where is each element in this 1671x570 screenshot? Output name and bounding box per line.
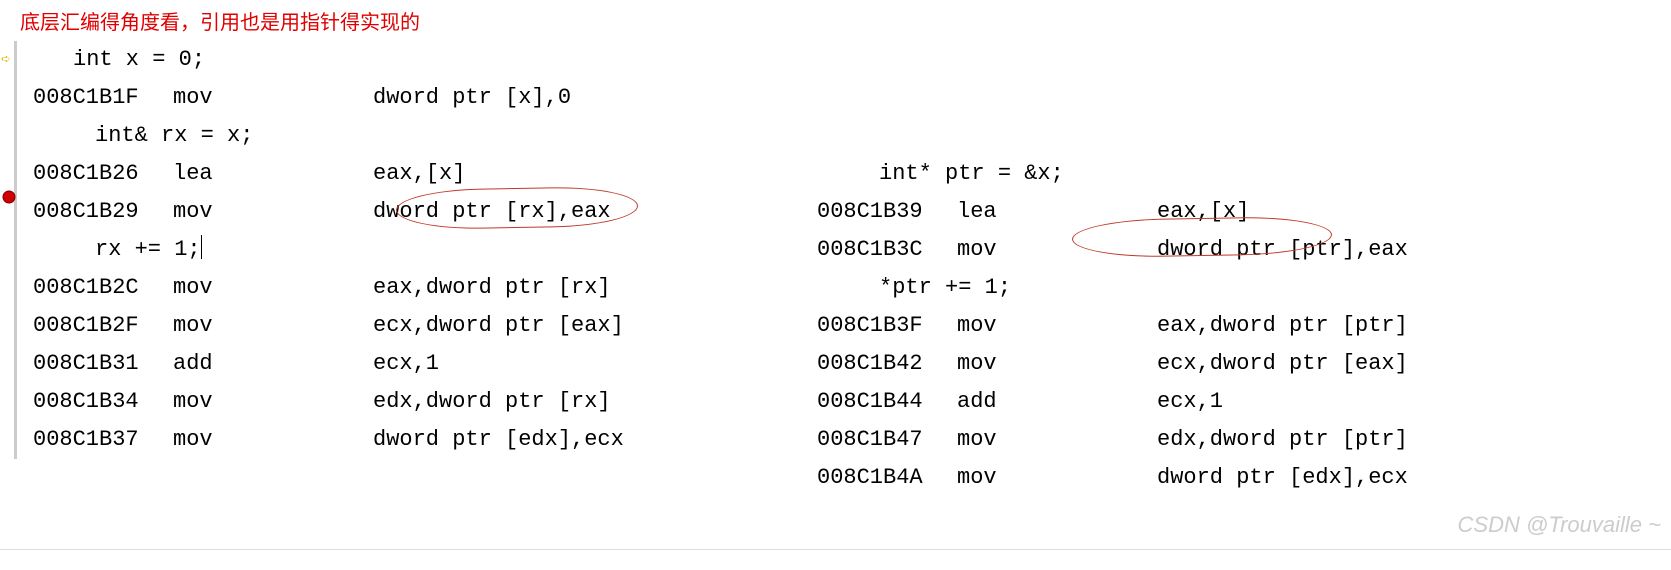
operands: dword ptr [rx],eax — [373, 199, 611, 224]
opcode: lea — [957, 193, 1157, 231]
watermark-text: CSDN @Trouvaille ~ — [1458, 512, 1661, 538]
asm-line: 008C1B3Cmovdword ptr [ptr],eax — [817, 231, 1408, 269]
address: 008C1B34 — [33, 383, 173, 421]
code-text: int& rx = x; — [95, 123, 253, 148]
address: 008C1B2F — [33, 307, 173, 345]
opcode: mov — [173, 383, 373, 421]
code-text: int x = 0; — [73, 47, 205, 72]
asm-line: 008C1B3Fmoveax,dword ptr [ptr] — [817, 307, 1408, 345]
asm-line: 008C1B39leaeax,[x] — [817, 193, 1408, 231]
opcode: mov — [957, 345, 1157, 383]
breakpoint-icon[interactable] — [1, 189, 17, 205]
address: 008C1B44 — [817, 383, 957, 421]
divider — [0, 549, 1671, 550]
text-cursor — [201, 235, 202, 259]
asm-line: 008C1B42movecx,dword ptr [eax] — [817, 345, 1408, 383]
operands: dword ptr [ptr],eax — [1157, 237, 1408, 262]
opcode: add — [173, 345, 373, 383]
gutter: ➪ — [3, 41, 17, 459]
asm-line: 008C1B4Amovdword ptr [edx],ecx — [817, 459, 1408, 497]
operands: edx,dword ptr [rx] — [373, 389, 611, 414]
address: 008C1B3C — [817, 231, 957, 269]
opcode: mov — [957, 231, 1157, 269]
address: 008C1B39 — [817, 193, 957, 231]
operands: eax,dword ptr [ptr] — [1157, 313, 1408, 338]
opcode: mov — [173, 193, 373, 231]
opcode: mov — [173, 79, 373, 117]
operands: edx,dword ptr [ptr] — [1157, 427, 1408, 452]
address: 008C1B42 — [817, 345, 957, 383]
operands: eax,[x] — [1157, 199, 1249, 224]
operands: eax,dword ptr [rx] — [373, 275, 611, 300]
address: 008C1B4A — [817, 459, 957, 497]
operands: ecx,1 — [1157, 389, 1223, 414]
asm-line: 008C1B44addecx,1 — [817, 383, 1408, 421]
address: 008C1B29 — [33, 193, 173, 231]
source-line: *ptr += 1; — [817, 269, 1408, 307]
disassembly-view: ➪ int x = 0; 008C1B1Fmovdword ptr [x],0 … — [14, 41, 1671, 459]
operands: ecx,dword ptr [eax] — [373, 313, 624, 338]
opcode: mov — [957, 307, 1157, 345]
code-text: rx += 1; — [95, 237, 201, 262]
code-text: *ptr += 1; — [879, 275, 1011, 300]
address: 008C1B37 — [33, 421, 173, 459]
opcode: mov — [173, 421, 373, 459]
current-line-arrow-icon: ➪ — [1, 49, 17, 65]
opcode: mov — [173, 269, 373, 307]
code-text: int* ptr = &x; — [879, 161, 1064, 186]
source-line: int* ptr = &x; — [817, 155, 1408, 193]
operands: dword ptr [edx],ecx — [373, 427, 624, 452]
operands: ecx,dword ptr [eax] — [1157, 351, 1408, 376]
address: 008C1B47 — [817, 421, 957, 459]
right-column: int* ptr = &x; 008C1B39leaeax,[x] 008C1B… — [817, 155, 1408, 497]
annotation-text: 底层汇编得角度看，引用也是用指针得实现的 — [0, 0, 1671, 41]
source-line: int& rx = x; — [33, 117, 1671, 155]
source-line: int x = 0; — [33, 41, 1671, 79]
address: 008C1B3F — [817, 307, 957, 345]
opcode: add — [957, 383, 1157, 421]
opcode: lea — [173, 155, 373, 193]
address: 008C1B26 — [33, 155, 173, 193]
operands: dword ptr [x],0 — [373, 85, 571, 110]
opcode: mov — [957, 421, 1157, 459]
address: 008C1B31 — [33, 345, 173, 383]
address: 008C1B2C — [33, 269, 173, 307]
opcode: mov — [173, 307, 373, 345]
opcode: mov — [957, 459, 1157, 497]
asm-line: 008C1B47movedx,dword ptr [ptr] — [817, 421, 1408, 459]
operands: dword ptr [edx],ecx — [1157, 465, 1408, 490]
operands: eax,[x] — [373, 161, 465, 186]
address: 008C1B1F — [33, 79, 173, 117]
operands: ecx,1 — [373, 351, 439, 376]
asm-line: 008C1B1Fmovdword ptr [x],0 — [33, 79, 1671, 117]
